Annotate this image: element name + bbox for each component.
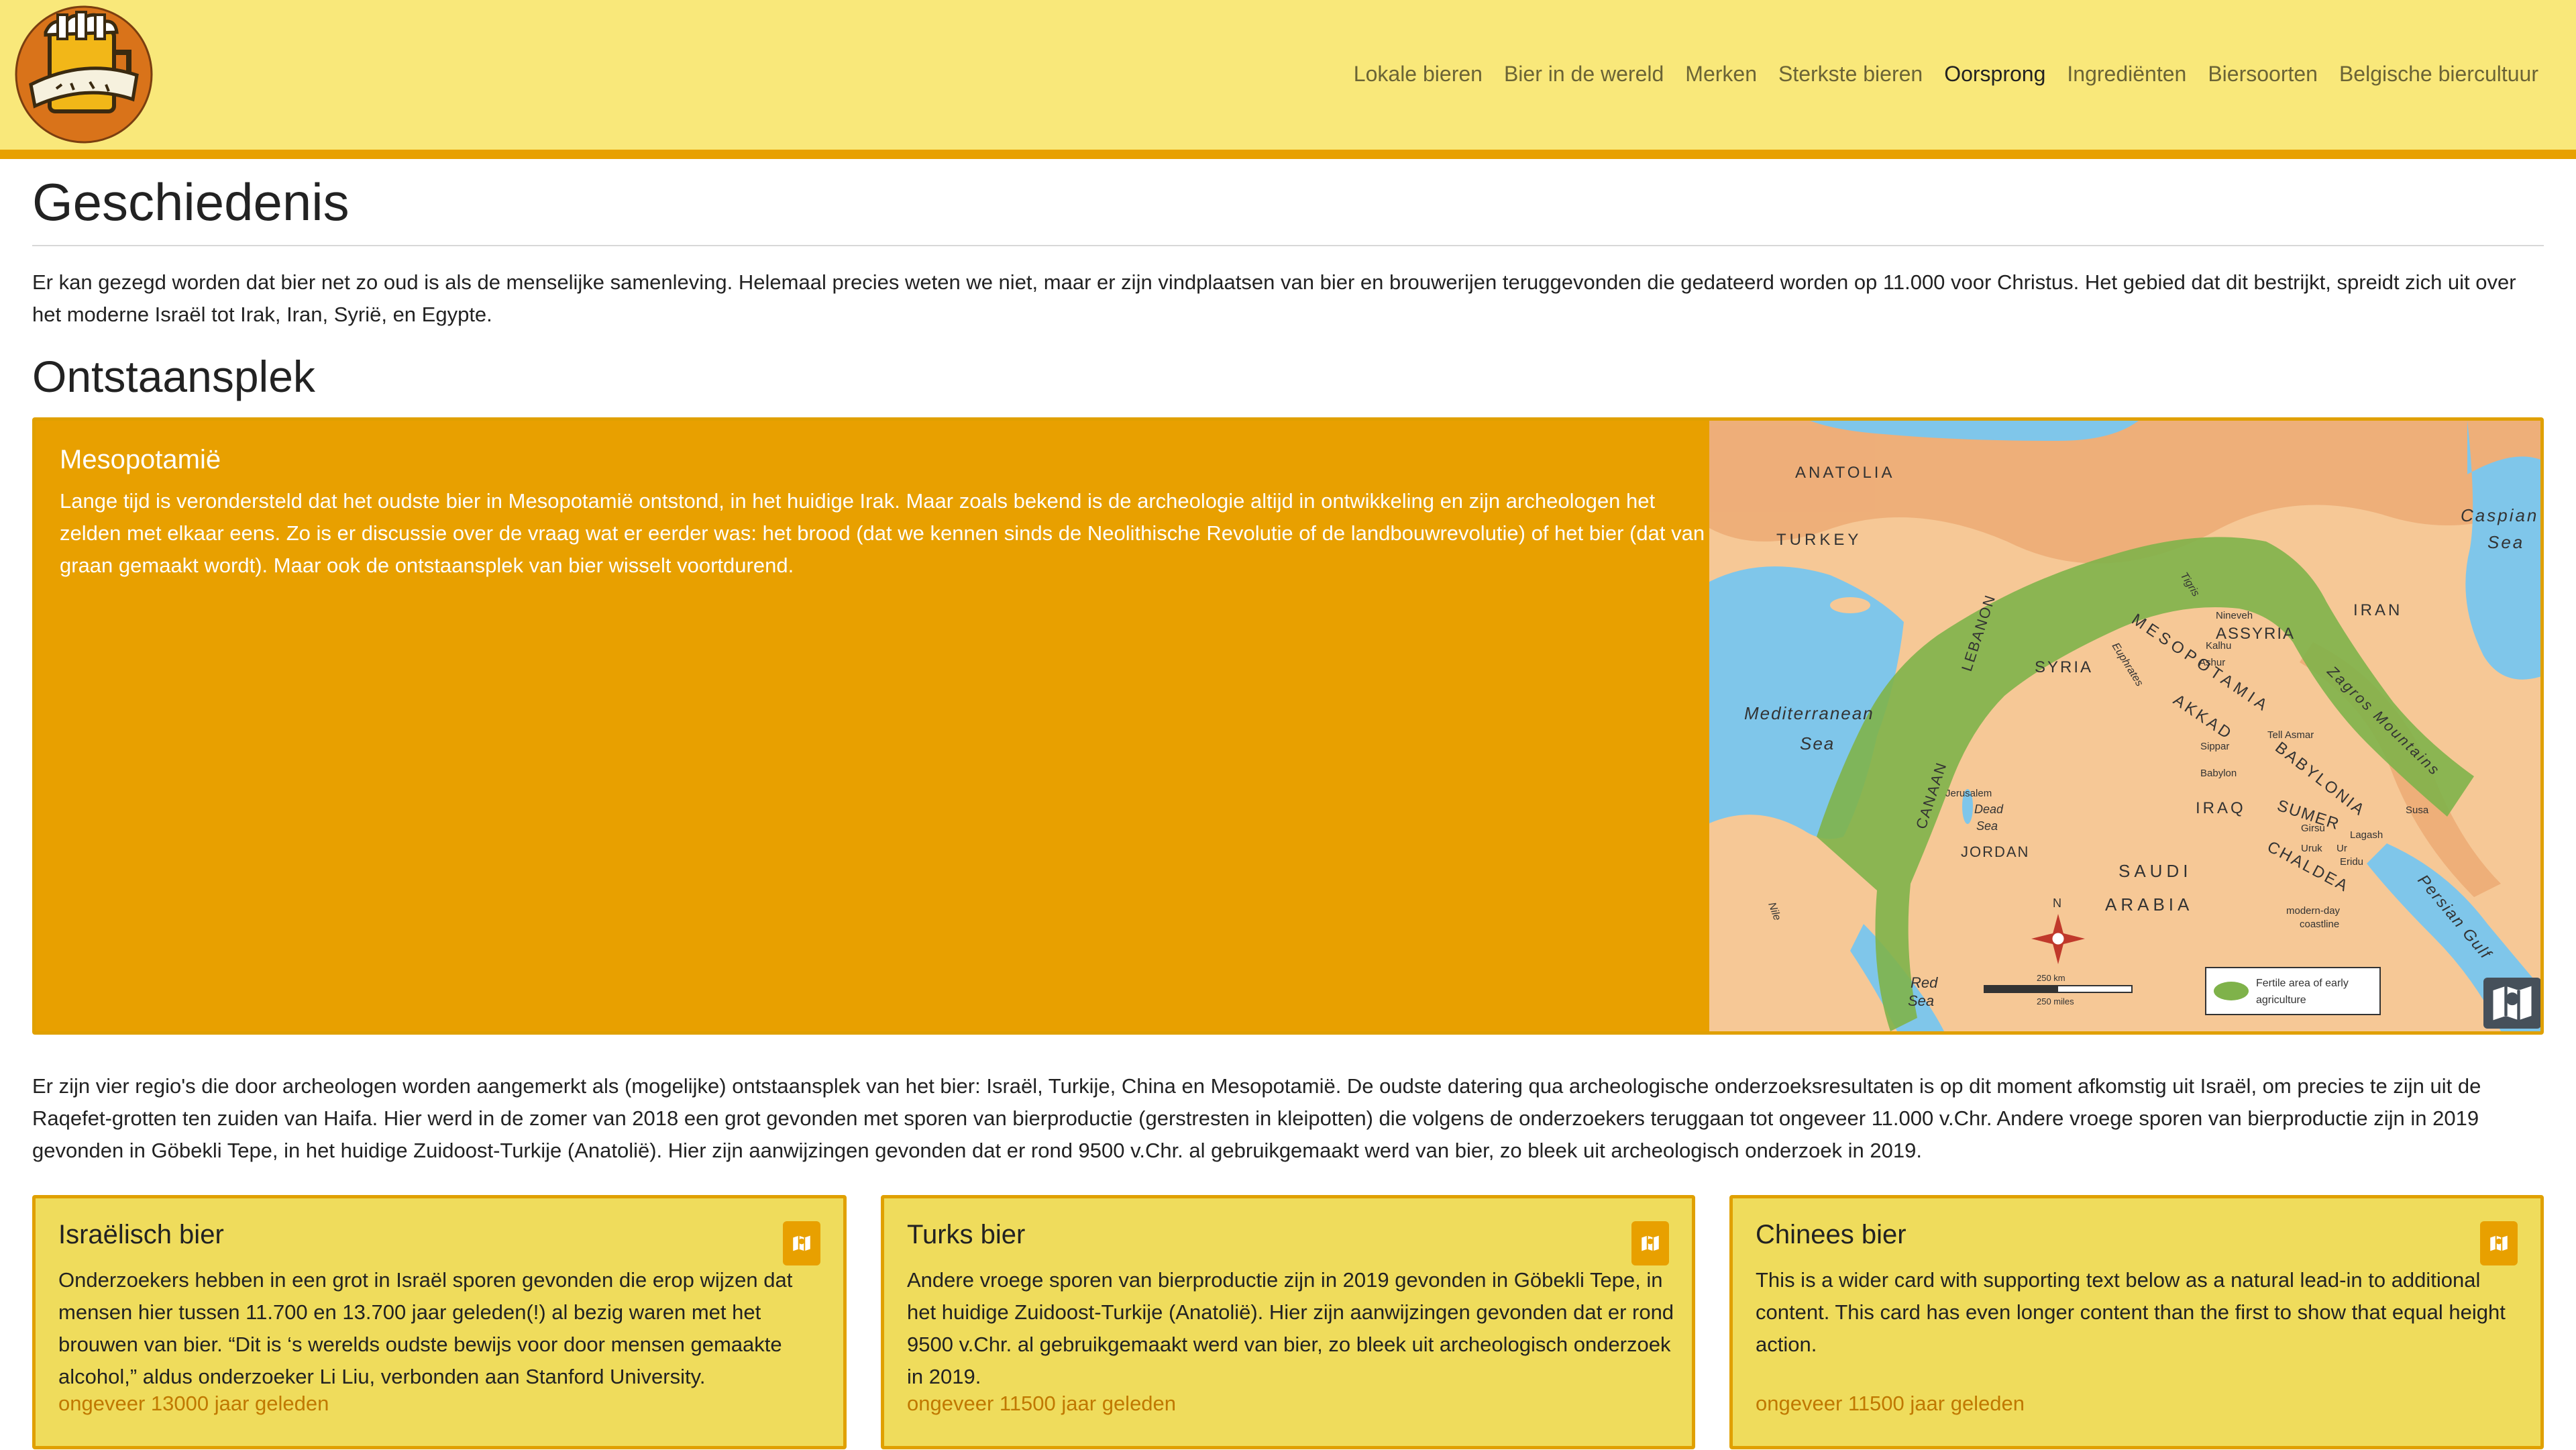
nav-ingredienten[interactable]: Ingrediënten: [2056, 59, 2197, 89]
map-label-dead-sea-1: Dead: [1974, 802, 2004, 816]
feature-card-mesopotamia: Mesopotamië Lange tijd is verondersteld …: [32, 417, 2544, 1035]
map-label-lagash: Lagash: [2350, 829, 2383, 841]
card-footer: ongeveer 13000 jaar geleden: [58, 1392, 329, 1415]
map-label-kalhu: Kalhu: [2206, 640, 2231, 652]
map-label-arabia: ARABIA: [2105, 894, 2193, 915]
map-label-jerusalem: Jerusalem: [1945, 788, 1992, 799]
card-map-button[interactable]: [1631, 1221, 1669, 1265]
map-icon: [2490, 1235, 2508, 1251]
card-row: Israëlisch bier Onderzoekers hebben in e…: [32, 1195, 2544, 1450]
map-label-red-sea-2: Sea: [1908, 992, 1934, 1009]
card-title: Turks bier: [907, 1220, 1026, 1249]
map-label-iraq: IRAQ: [2196, 799, 2246, 817]
card-text: Andere vroege sporen van bierproductie z…: [907, 1268, 1674, 1388]
section-title: Ontstaansplek: [32, 352, 315, 401]
card-footer: ongeveer 11500 jaar geleden: [907, 1392, 1177, 1415]
main-nav: Lokale bieren Bier in de wereld Merken S…: [1343, 59, 2549, 89]
card-footer: ongeveer 11500 jaar geleden: [1756, 1392, 2025, 1415]
map-scale-km: 250 km: [2037, 973, 2065, 983]
map-label-mediterranean-1: Mediterranean: [1744, 703, 1874, 723]
site-logo[interactable]: [15, 5, 153, 144]
map-label-caspian-2: Sea: [2487, 532, 2524, 552]
nav-sterkste-bieren[interactable]: Sterkste bieren: [1768, 59, 1933, 89]
card-title: Chinees bier: [1756, 1220, 1907, 1249]
map-label-nineveh: Nineveh: [2216, 610, 2253, 621]
map-label-coastline-1: modern-day: [2286, 905, 2341, 917]
map-label-susa: Susa: [2406, 805, 2429, 816]
card-text: Onderzoekers hebben in een grot in Israë…: [58, 1268, 793, 1388]
fertile-area-swatch: [2214, 982, 2249, 1000]
feature-card-body: Mesopotamië Lange tijd is verondersteld …: [60, 441, 1710, 582]
mesopotamia-map: ANATOLIA TURKEY Caspian Sea IRAN Mediter…: [1709, 421, 2540, 1031]
feature-card-text: Lange tijd is verondersteld dat het ouds…: [60, 489, 1705, 577]
card-map-button[interactable]: [2480, 1221, 2518, 1265]
map-label-anatolia: ANATOLIA: [1795, 464, 1894, 482]
map-label-ashur: Ashur: [2199, 657, 2225, 668]
map-label-syria: SYRIA: [2035, 658, 2093, 676]
navbar: Lokale bieren Bier in de wereld Merken S…: [0, 0, 2576, 159]
intro-paragraph: Er kan gezegd worden dat bier net zo oud…: [32, 270, 2516, 326]
card-text: This is a wider card with supporting tex…: [1756, 1268, 2506, 1356]
map-label-saudi: SAUDI: [2118, 861, 2192, 881]
map-legend-line-1: Fertile area of early: [2256, 978, 2349, 989]
map-label-caspian-1: Caspian: [2461, 505, 2538, 525]
map-label-tell-asmar: Tell Asmar: [2267, 729, 2314, 741]
card-map-button[interactable]: [783, 1221, 820, 1265]
card-title: Israëlisch bier: [58, 1220, 224, 1249]
map-label-uruk: Uruk: [2301, 843, 2322, 854]
map-label-jordan: JORDAN: [1961, 843, 2029, 860]
map-icon: [2493, 986, 2532, 1021]
nav-bier-in-de-wereld[interactable]: Bier in de wereld: [1493, 59, 1674, 89]
map-label-ur: Ur: [2337, 843, 2347, 854]
nav-merken[interactable]: Merken: [1674, 59, 1768, 89]
card-chinees-bier: Chinees bier This is a wider card with s…: [1729, 1195, 2544, 1449]
map-icon: [1642, 1235, 1659, 1251]
map-label-mediterranean-2: Sea: [1800, 733, 1835, 754]
card-turks-bier: Turks bier Andere vroege sporen van bier…: [881, 1195, 1695, 1449]
nav-biersoorten[interactable]: Biersoorten: [2197, 59, 2328, 89]
page-title: Geschiedenis: [32, 172, 350, 231]
map-label-eridu: Eridu: [2340, 856, 2363, 868]
title-divider: [32, 245, 2544, 246]
nav-oorsprong[interactable]: Oorsprong: [1933, 59, 2056, 89]
map-scale-miles: 250 miles: [2037, 996, 2074, 1006]
map-label-iran: IRAN: [2353, 601, 2402, 619]
map-label-dead-sea-2: Sea: [1976, 819, 1998, 833]
map-expand-button[interactable]: [2483, 978, 2540, 1029]
regions-paragraph: Er zijn vier regio's die door archeologe…: [32, 1074, 2481, 1162]
feature-card-title: Mesopotamië: [60, 445, 221, 474]
map-label-north: N: [2053, 896, 2061, 910]
map-label-girsu: Girsu: [2301, 823, 2325, 834]
map-label-sippar: Sippar: [2200, 741, 2229, 752]
map-label-babylon: Babylon: [2200, 768, 2237, 779]
nav-belgische-biercultuur[interactable]: Belgische biercultuur: [2328, 59, 2549, 89]
map-label-turkey: TURKEY: [1776, 531, 1862, 549]
nav-lokale-bieren[interactable]: Lokale bieren: [1343, 59, 1493, 89]
map-legend-line-2: agriculture: [2256, 994, 2306, 1006]
map-label-coastline-2: coastline: [2300, 919, 2339, 930]
card-israelisch-bier: Israëlisch bier Onderzoekers hebben in e…: [32, 1195, 847, 1449]
map-icon: [793, 1235, 810, 1251]
map-label-red-sea-1: Red: [1911, 974, 1938, 991]
